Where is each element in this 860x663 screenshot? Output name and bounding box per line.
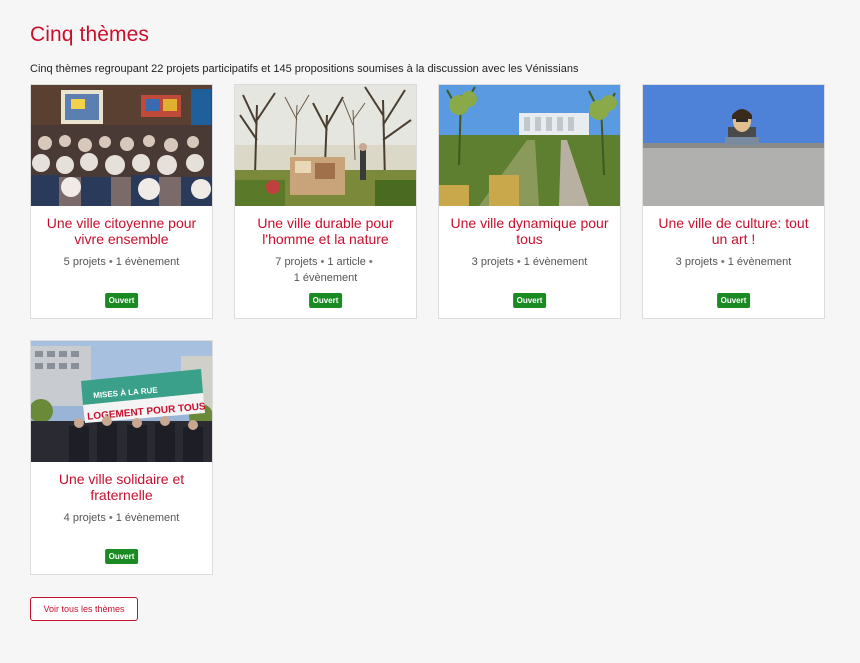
theme-card-title[interactable]: Une ville durable pour l'homme et la nat… [245, 215, 406, 247]
separator-dot: • [108, 512, 113, 524]
theme-card-meta: 3 projets • 1 évènement [451, 254, 608, 270]
theme-card-image[interactable] [643, 85, 824, 206]
meta-events: 1 évènement [727, 256, 792, 268]
theme-card-title[interactable]: Une ville de culture: tout un art ! [653, 215, 814, 247]
meta-events: 1 évènement [293, 272, 358, 284]
meta-projects: 3 projets [675, 256, 718, 268]
theme-card-title[interactable]: Une ville dynamique pour tous [449, 215, 610, 247]
section-title: Cinq thèmes [30, 23, 149, 46]
theme-card-meta: 7 projets • 1 article • 1 évènement [247, 254, 404, 286]
separator-dot: • [516, 256, 521, 268]
status-badge: Ouvert [308, 293, 343, 308]
theme-card-title[interactable]: Une ville solidaire et fraternelle [41, 471, 202, 503]
meta-projects: 3 projets [471, 256, 514, 268]
separator-dot: • [720, 256, 725, 268]
meta-projects: 4 projets [63, 512, 106, 524]
separator-dot: • [320, 256, 325, 268]
status-badge: Ouvert [512, 293, 547, 308]
status-badge: Ouvert [104, 549, 139, 564]
theme-card-meta: 4 projets • 1 évènement [43, 510, 200, 526]
theme-card-image[interactable]: MISES À LA RUE LOGEMENT POUR TOUS [31, 341, 212, 462]
status-badge: Ouvert [104, 293, 139, 308]
theme-card[interactable]: Une ville de culture: tout un art ! 3 pr… [642, 84, 825, 319]
status-badge: Ouvert [716, 293, 751, 308]
meta-projects: 5 projets [63, 256, 106, 268]
theme-card[interactable]: MISES À LA RUE LOGEMENT POUR TOUS Une vi… [30, 340, 213, 575]
conference-audience-image [31, 85, 212, 206]
meta-projects: 7 projets [275, 256, 318, 268]
theme-card-image[interactable] [31, 85, 212, 206]
theme-card[interactable]: Une ville durable pour l'homme et la nat… [234, 84, 417, 319]
section-subtitle: Cinq thèmes regroupant 22 projets partic… [30, 63, 579, 75]
theme-card[interactable]: Une ville dynamique pour tous 3 projets •… [438, 84, 621, 319]
meta-events: 1 évènement [115, 512, 180, 524]
green-path-image [439, 85, 620, 206]
meta-articles: 1 article [327, 256, 366, 268]
theme-card[interactable]: Une ville citoyenne pour vivre ensemble … [30, 84, 213, 319]
themes-section: Cinq thèmes Cinq thèmes regroupant 22 pr… [30, 22, 830, 621]
theme-card-meta: 5 projets • 1 évènement [43, 254, 200, 270]
theme-card-image[interactable] [235, 85, 416, 206]
theme-card-meta: 3 projets • 1 évènement [655, 254, 812, 270]
view-all-themes-button[interactable]: Voir tous les thèmes [30, 597, 138, 621]
theme-card-title[interactable]: Une ville citoyenne pour vivre ensemble [41, 215, 202, 247]
separator-dot: • [368, 256, 373, 268]
separator-dot: • [108, 256, 113, 268]
statue-wall-image [643, 85, 824, 206]
garden-trees-image [235, 85, 416, 206]
meta-events: 1 évènement [523, 256, 588, 268]
meta-events: 1 évènement [115, 256, 180, 268]
theme-card-image[interactable] [439, 85, 620, 206]
demonstration-banner-image: MISES À LA RUE LOGEMENT POUR TOUS [31, 341, 212, 462]
